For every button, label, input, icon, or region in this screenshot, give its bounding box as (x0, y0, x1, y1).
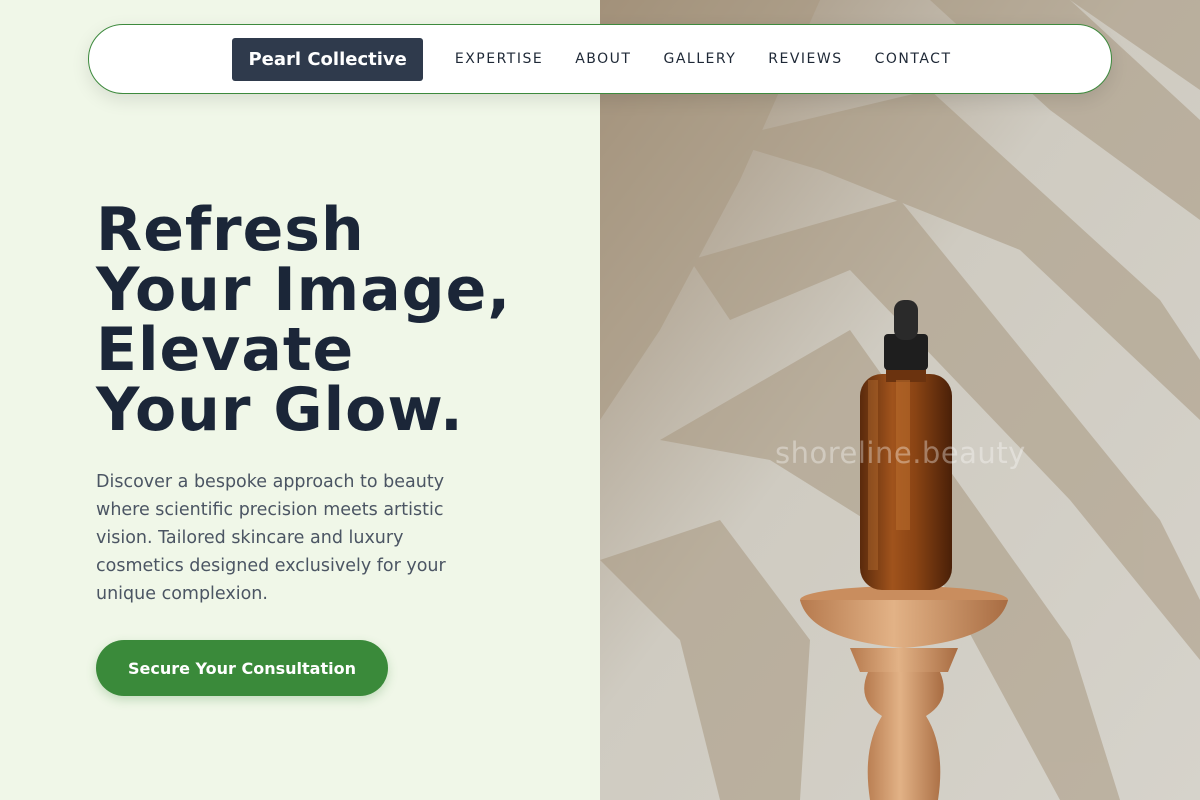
top-navbar: Pearl Collective EXPERTISE ABOUT GALLERY… (88, 24, 1112, 94)
brand-logo[interactable]: Pearl Collective (232, 37, 423, 81)
nav-link-expertise[interactable]: EXPERTISE (439, 51, 559, 67)
hero-title-line: Refresh (96, 195, 365, 265)
hero-description: Discover a bespoke approach to beauty wh… (96, 472, 446, 604)
nav-link-reviews[interactable]: REVIEWS (752, 51, 858, 67)
watermark-text: shoreline.beauty (775, 436, 1026, 470)
hero-title: Refresh Your Image, Elevate Your Glow. (96, 200, 576, 440)
consultation-button[interactable]: Secure Your Consultation (96, 640, 388, 696)
hero-title-line: Your Image, (96, 255, 512, 325)
nav-link-contact[interactable]: CONTACT (859, 51, 968, 67)
hero-title-line: Your Glow. (96, 375, 464, 445)
hero-title-line: Elevate (96, 315, 355, 385)
nav-link-about[interactable]: ABOUT (559, 51, 647, 67)
hero-image: shoreline.beauty (600, 0, 1200, 800)
product-photo (600, 0, 1200, 800)
nav-link-gallery[interactable]: GALLERY (647, 51, 752, 67)
